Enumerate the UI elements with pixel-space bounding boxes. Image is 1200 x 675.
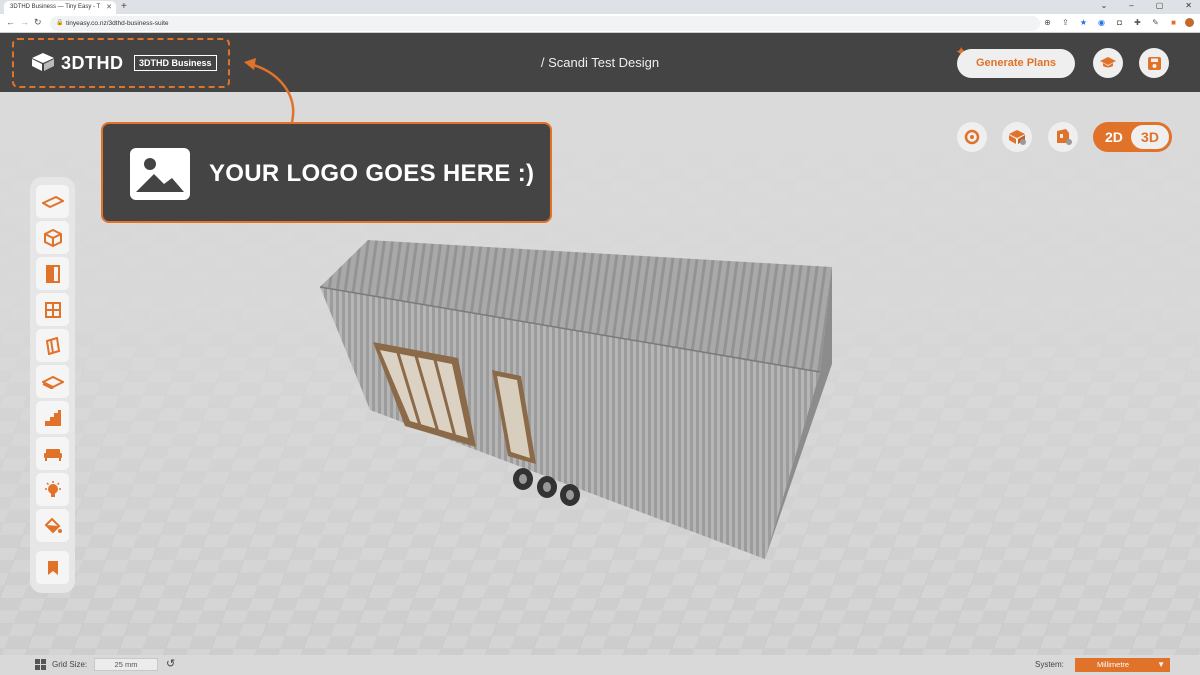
- minimize-button[interactable]: –: [1129, 1, 1133, 10]
- toggle-3d-option[interactable]: 3D: [1131, 125, 1169, 149]
- view-mode-toggle[interactable]: 2D 3D: [1093, 122, 1172, 152]
- status-bar: Grid Size: 25 mm ↺ System: Millimetre ▼: [0, 655, 1200, 675]
- top-view-button[interactable]: [1002, 122, 1032, 152]
- system-value: Millimetre: [1097, 660, 1130, 669]
- browser-toolbar: ← → ↻ 🔒 tinyeasy.co.nz/3dthd-business-su…: [0, 14, 1200, 33]
- back-arrow-icon[interactable]: ←: [6, 17, 15, 27]
- reload-icon[interactable]: ↻: [34, 17, 42, 28]
- pen-icon[interactable]: ✎: [1151, 18, 1160, 28]
- address-bar[interactable]: 🔒 tinyeasy.co.nz/3dthd-business-suite: [50, 16, 1040, 31]
- camera-icon[interactable]: ◘: [1115, 18, 1124, 28]
- door-icon: [45, 264, 60, 283]
- orbit-icon: [964, 129, 980, 145]
- graduation-cap-icon: [1100, 57, 1116, 68]
- new-tab-button[interactable]: +: [121, 1, 127, 13]
- extension-blue-icon[interactable]: ◉: [1097, 18, 1106, 28]
- stairs-icon: [44, 409, 61, 426]
- bookmark-star-icon[interactable]: ★: [1079, 18, 1088, 28]
- doors-tool-button[interactable]: [36, 257, 69, 290]
- grid-icon: [35, 659, 46, 670]
- house-view-icon: [1057, 129, 1072, 145]
- callout-arrow: [244, 58, 295, 123]
- color-icon[interactable]: ■: [1169, 18, 1178, 28]
- toggle-2d-option[interactable]: 2D: [1105, 129, 1123, 145]
- floor-icon: [41, 195, 64, 208]
- profile-avatar[interactable]: [1185, 18, 1194, 27]
- floor-tool-button[interactable]: [36, 185, 69, 218]
- bookmark-tool-button[interactable]: [36, 551, 69, 584]
- maximize-button[interactable]: ▢: [1156, 1, 1164, 10]
- close-window-button[interactable]: ✕: [1185, 1, 1192, 10]
- windows-tool-button[interactable]: [36, 293, 69, 326]
- window-icon: [44, 301, 61, 318]
- left-toolbar: [30, 177, 75, 593]
- chevron-down-icon: ▼: [1157, 660, 1165, 669]
- paint-tool-button[interactable]: [36, 509, 69, 542]
- extension-icons: ⊕ ⇪ ★ ◉ ◘ ✚ ✎ ■: [1043, 18, 1178, 28]
- window-controls: ⌄ – ▢ ✕: [1101, 1, 1192, 10]
- side-view-button[interactable]: [1048, 122, 1078, 152]
- roof-tool-button[interactable]: [36, 365, 69, 398]
- cladding-icon: [45, 336, 60, 355]
- furniture-tool-button[interactable]: [36, 437, 69, 470]
- share-icon[interactable]: ⇪: [1061, 18, 1070, 28]
- save-button[interactable]: [1139, 48, 1169, 78]
- reset-icon[interactable]: ↺: [166, 657, 175, 670]
- sofa-icon: [43, 448, 62, 461]
- paint-bucket-icon: [44, 517, 62, 533]
- orbit-view-button[interactable]: [957, 122, 987, 152]
- callout-text: YOUR LOGO GOES HERE :): [209, 160, 535, 187]
- stairs-tool-button[interactable]: [36, 401, 69, 434]
- walls-tool-button[interactable]: [36, 221, 69, 254]
- system-label: System:: [1035, 660, 1064, 669]
- grid-size-label: Grid Size:: [52, 660, 88, 669]
- system-select[interactable]: Millimetre ▼: [1075, 658, 1170, 672]
- box-view-icon: [1009, 130, 1026, 145]
- tutorial-button[interactable]: [1093, 48, 1123, 78]
- lock-icon: 🔒: [56, 20, 64, 26]
- zoom-icon[interactable]: ⊕: [1043, 18, 1052, 28]
- roof-icon: [41, 375, 64, 389]
- image-placeholder-icon: [130, 148, 190, 200]
- extension-puzzle-icon[interactable]: ✚: [1133, 18, 1142, 28]
- tab-close-icon[interactable]: ✕: [106, 3, 112, 11]
- browser-tab[interactable]: 3DTHD Business — Tiny Easy - T ✕: [4, 1, 116, 14]
- browser-tabstrip: 3DTHD Business — Tiny Easy - T ✕ + ⌄ – ▢…: [0, 0, 1200, 14]
- tab-title: 3DTHD Business — Tiny Easy - T: [10, 4, 101, 10]
- forward-arrow-icon[interactable]: →: [20, 17, 29, 27]
- generate-plans-button[interactable]: Generate Plans: [957, 49, 1075, 78]
- url-text: tinyeasy.co.nz/3dthd-business-suite: [66, 20, 169, 27]
- grid-size-input[interactable]: 25 mm: [94, 658, 158, 671]
- lighting-tool-button[interactable]: [36, 473, 69, 506]
- logo-callout: YOUR LOGO GOES HERE :): [101, 122, 552, 223]
- walls-icon: [43, 228, 62, 247]
- cladding-tool-button[interactable]: [36, 329, 69, 362]
- app-header: 3DTHD 3DTHD Business / Scandi Test Desig…: [0, 33, 1200, 92]
- bookmark-icon: [47, 560, 58, 575]
- lightbulb-icon: [44, 480, 61, 497]
- save-icon: [1147, 56, 1161, 70]
- tab-search-icon[interactable]: ⌄: [1101, 1, 1108, 10]
